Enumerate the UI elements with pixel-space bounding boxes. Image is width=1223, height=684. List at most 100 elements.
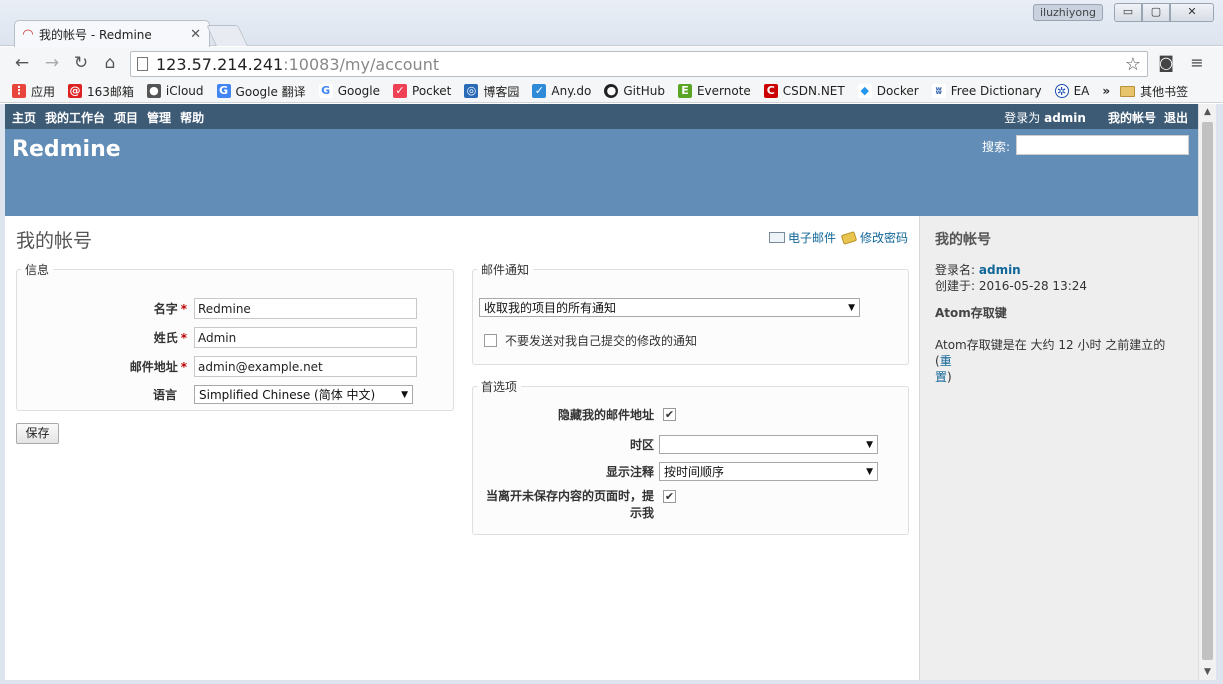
bookmark-ea[interactable]: ✲ EA bbox=[1054, 84, 1089, 98]
comments-sorting-selected: 按时间顺序 bbox=[664, 465, 725, 479]
bookmark-cnblogs[interactable]: ◎ 博客园 bbox=[464, 83, 519, 100]
chevron-down-icon: ▼ bbox=[866, 439, 873, 450]
info-legend: 信息 bbox=[25, 263, 50, 277]
login-user-link[interactable]: admin bbox=[979, 263, 1021, 277]
change-password-link[interactable]: 修改密码 bbox=[860, 229, 908, 246]
163-icon: @ bbox=[68, 84, 83, 98]
mail-notification-selected: 收取我的项目的所有通知 bbox=[484, 301, 617, 315]
bookmark-label: 博客园 bbox=[483, 84, 520, 99]
created-value: 2016-05-28 13:24 bbox=[978, 279, 1088, 293]
warn-label-line1: 当离开未保存内容的页面时，提 bbox=[485, 489, 654, 503]
menu-projects[interactable]: 项目 bbox=[114, 109, 138, 126]
warn-on-leaving-checkbox[interactable]: ✔ bbox=[663, 490, 676, 503]
maximize-button[interactable]: ▢ bbox=[1142, 3, 1170, 22]
atom-key-info: Atom存取键是在 大约 12 小时 之前建立的 (重 置) bbox=[935, 337, 1183, 385]
back-arrow-icon[interactable]: ← bbox=[11, 53, 33, 75]
site-title[interactable]: Redmine bbox=[12, 137, 121, 162]
bookmark-star-icon[interactable]: ☆ bbox=[1125, 54, 1141, 75]
preferences-legend: 首选项 bbox=[481, 380, 518, 394]
menu-home[interactable]: 主页 bbox=[12, 109, 36, 126]
timezone-select[interactable]: ▼ bbox=[659, 435, 878, 454]
evernote-icon: E bbox=[677, 84, 692, 98]
hide-mail-checkbox[interactable]: ✔ bbox=[663, 408, 676, 421]
comments-sorting-label: 显示注释 bbox=[605, 465, 654, 479]
bookmark-csdn[interactable]: C CSDN.NET bbox=[763, 84, 845, 98]
browser-tab[interactable]: ◠ 我的帐号 - Redmine ✕ bbox=[14, 20, 210, 47]
apps-grid-icon: ⋮ bbox=[12, 84, 26, 98]
reload-icon[interactable]: ↻ bbox=[70, 53, 92, 75]
address-bar[interactable]: 123.57.214.241:10083/my/account ☆ bbox=[130, 51, 1148, 77]
other-bookmarks-folder[interactable]: 其他书签 bbox=[1120, 83, 1188, 100]
bookmark-apps[interactable]: ⋮ 应用 bbox=[12, 83, 55, 100]
language-selected: Simplified Chinese (简体 中文) bbox=[199, 388, 376, 402]
firstname-label: 名字 * bbox=[17, 300, 187, 317]
redmine-favicon-icon: ◠ bbox=[23, 26, 33, 42]
dictionary-icon: ʬ bbox=[931, 84, 946, 98]
bookmark-github[interactable]: ● GitHub bbox=[604, 84, 665, 98]
menu-administration[interactable]: 管理 bbox=[147, 109, 171, 126]
tab-close-icon[interactable]: ✕ bbox=[190, 27, 201, 42]
save-button[interactable]: 保存 bbox=[16, 423, 59, 444]
email-label-text: 邮件地址 bbox=[129, 360, 178, 374]
bookmark-docker[interactable]: ◆ Docker bbox=[857, 84, 919, 98]
scroll-down-icon[interactable]: ▼ bbox=[1199, 667, 1216, 677]
key-icon bbox=[840, 230, 858, 245]
bookmark-evernote[interactable]: E Evernote bbox=[677, 84, 751, 98]
scrollbar-thumb[interactable] bbox=[1202, 122, 1213, 660]
pocket-icon: ✓ bbox=[393, 84, 408, 98]
menu-icon[interactable]: ≡ bbox=[1186, 53, 1208, 72]
language-select[interactable]: Simplified Chinese (简体 中文) ▼ bbox=[194, 385, 413, 404]
bookmark-pocket[interactable]: ✓ Pocket bbox=[393, 84, 451, 98]
bookmark-anydo[interactable]: ✓ Any.do bbox=[532, 84, 591, 98]
firstname-input[interactable] bbox=[194, 298, 417, 319]
mail-notification-select[interactable]: 收取我的项目的所有通知 ▼ bbox=[479, 298, 860, 317]
top-menu: 主页 我的工作台 项目 管理 帮助 登录为 admin 我的帐号 退出 bbox=[5, 104, 1198, 129]
comments-sorting-select[interactable]: 按时间顺序 ▼ bbox=[659, 462, 878, 481]
bookmark-label: Google 翻译 bbox=[235, 84, 306, 99]
lastname-label-text: 姓氏 bbox=[153, 331, 178, 345]
menu-help[interactable]: 帮助 bbox=[180, 109, 204, 126]
forward-arrow-icon[interactable]: → bbox=[41, 53, 63, 75]
bookmark-label: CSDN.NET bbox=[782, 84, 845, 98]
docker-icon: ◆ bbox=[857, 84, 872, 98]
menu-my-account[interactable]: 我的帐号 bbox=[1108, 109, 1156, 126]
minimize-button[interactable]: ▭ bbox=[1114, 3, 1142, 22]
chevron-down-icon: ▼ bbox=[401, 389, 408, 400]
bookmark-163[interactable]: @163邮箱 bbox=[68, 83, 134, 100]
pocket-extension-icon[interactable]: ◙ bbox=[1155, 53, 1177, 72]
preferences-fieldset: 首选项 隐藏我的邮件地址 ✔ 时区 ▼ 显示注释 按时间顺序 ▼ 当离开未保存内… bbox=[472, 378, 909, 535]
bookmark-icloud[interactable]: ● iCloud bbox=[146, 84, 204, 98]
new-tab-button[interactable] bbox=[206, 25, 248, 46]
url-path: :10083/my/account bbox=[283, 54, 440, 74]
atom-key-title: Atom存取键 bbox=[935, 306, 1007, 320]
search-input[interactable] bbox=[1016, 135, 1189, 155]
logged-as-user-link[interactable]: admin bbox=[1044, 111, 1086, 125]
google-icon: G bbox=[318, 84, 333, 98]
email-input[interactable] bbox=[194, 356, 417, 377]
scroll-up-icon[interactable]: ▲ bbox=[1199, 107, 1216, 117]
sidebar-created: 创建于: 2016-05-28 13:24 bbox=[935, 278, 1183, 294]
window-close-button[interactable]: ✕ bbox=[1170, 3, 1214, 22]
email-icon bbox=[768, 232, 785, 243]
home-icon[interactable]: ⌂ bbox=[99, 53, 121, 75]
ea-icon: ✲ bbox=[1054, 84, 1069, 98]
bookmark-label: Google bbox=[337, 84, 381, 98]
email-link[interactable]: 电子邮件 bbox=[788, 229, 836, 246]
menu-logout[interactable]: 退出 bbox=[1164, 109, 1188, 126]
no-self-notified-checkbox[interactable] bbox=[484, 334, 497, 347]
page-scrollbar[interactable]: ▲ ▼ bbox=[1198, 104, 1216, 680]
chevron-down-icon: ▼ bbox=[866, 466, 873, 477]
lastname-input[interactable] bbox=[194, 327, 417, 348]
language-label: 语言 bbox=[152, 388, 177, 402]
csdn-icon: C bbox=[763, 84, 778, 98]
profile-badge[interactable]: iluzhiyong bbox=[1033, 4, 1103, 21]
bookmark-free-dictionary[interactable]: ʬ Free Dictionary bbox=[931, 84, 1042, 98]
browser-titlebar: ◠ 我的帐号 - Redmine ✕ iluzhiyong ▭ ▢ ✕ bbox=[0, 0, 1223, 47]
menu-my-page[interactable]: 我的工作台 bbox=[45, 109, 105, 126]
bookmark-google[interactable]: G Google bbox=[318, 84, 381, 98]
lastname-label: 姓氏 * bbox=[17, 329, 187, 346]
bookmarks-overflow-chevron[interactable]: » bbox=[1102, 84, 1110, 98]
bookmark-google-translate[interactable]: G Google 翻译 bbox=[216, 83, 306, 100]
required-marker: * bbox=[180, 331, 187, 345]
page-icon bbox=[137, 57, 148, 71]
